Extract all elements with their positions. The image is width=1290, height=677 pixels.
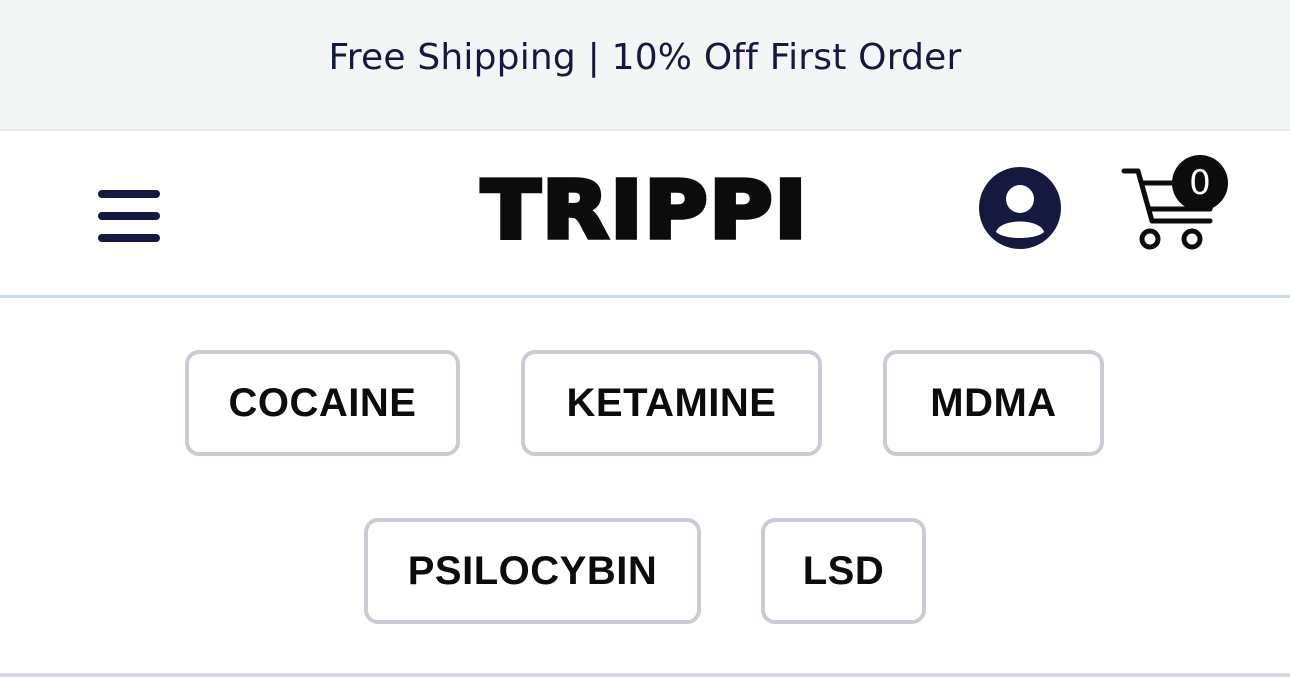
site-header: TRIPPI 0	[0, 133, 1290, 298]
category-tag-ketamine[interactable]: KETAMINE	[521, 350, 822, 456]
shopping-cart-button[interactable]: 0	[1120, 155, 1230, 255]
category-tags: COCAINE KETAMINE MDMA PSILOCYBIN LSD	[0, 301, 1290, 673]
user-account-icon[interactable]	[978, 166, 1062, 250]
category-tag-psilocybin[interactable]: PSILOCYBIN	[364, 518, 701, 624]
site-logo[interactable]: TRIPPI	[0, 163, 1290, 260]
category-tag-lsd[interactable]: LSD	[761, 518, 926, 624]
category-tag-cocaine[interactable]: COCAINE	[185, 350, 460, 456]
announcement-bar: Free Shipping | 10% Off First Order	[0, 0, 1290, 131]
announcement-text: Free Shipping | 10% Off First Order	[328, 37, 962, 78]
cart-count-badge: 0	[1172, 155, 1228, 211]
category-tag-mdma[interactable]: MDMA	[883, 350, 1104, 456]
hamburger-menu-icon[interactable]	[96, 188, 162, 244]
divider	[0, 673, 1290, 677]
